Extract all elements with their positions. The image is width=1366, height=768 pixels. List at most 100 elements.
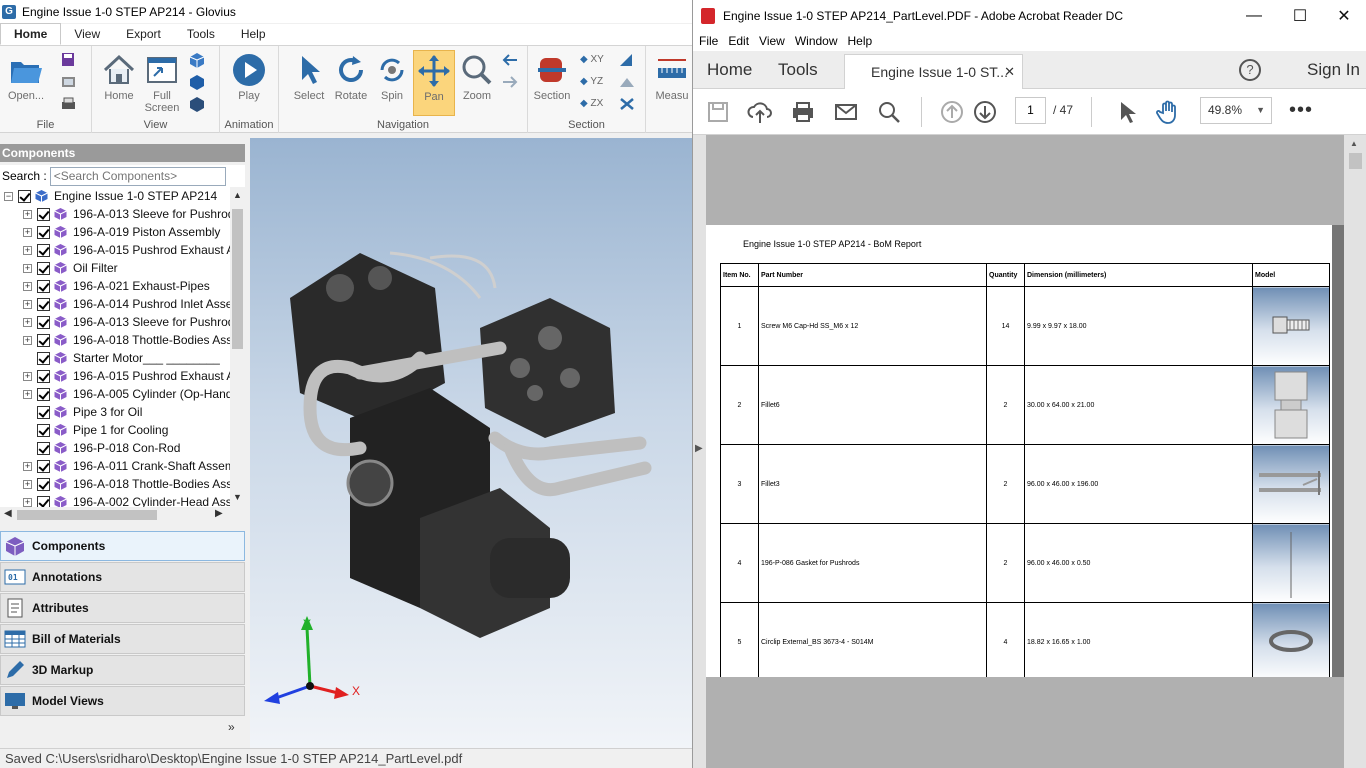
tree-item[interactable]: +196-A-013 Sleeve for Pushrod bbox=[0, 205, 230, 223]
display-style-icon[interactable] bbox=[188, 96, 206, 112]
tree-item[interactable]: +196-A-011 Crank-Shaft Assem bbox=[0, 457, 230, 475]
tree-expander-icon[interactable]: + bbox=[23, 479, 32, 489]
tree-item[interactable]: 196-P-018 Con-Rod bbox=[0, 439, 230, 457]
tree-expander-icon[interactable]: + bbox=[23, 281, 32, 291]
panel-expand-chevron-icon[interactable]: » bbox=[228, 720, 235, 734]
left-panel-collapsed[interactable]: ▶ bbox=[693, 135, 706, 768]
menu-window[interactable]: Window bbox=[795, 34, 838, 48]
visibility-checkbox[interactable] bbox=[37, 225, 50, 239]
email-icon[interactable] bbox=[833, 99, 859, 125]
acrobat-document-tab[interactable]: Engine Issue 1-0 ST... ✕ bbox=[844, 54, 1023, 90]
minimize-icon[interactable]: — bbox=[1231, 0, 1277, 31]
help-icon[interactable]: ? bbox=[1239, 59, 1261, 81]
tree-expander-icon[interactable]: + bbox=[23, 317, 32, 327]
tree-item[interactable]: +196-A-021 Exhaust-Pipes bbox=[0, 277, 230, 295]
acrobat-home-tab[interactable]: Home bbox=[707, 51, 752, 89]
rotate-button[interactable]: Rotate bbox=[330, 50, 372, 112]
scroll-thumb[interactable] bbox=[232, 209, 243, 349]
page-number-input[interactable]: 1 bbox=[1015, 97, 1046, 124]
tab-help[interactable]: Help bbox=[228, 24, 279, 45]
close-tab-icon[interactable]: ✕ bbox=[1004, 55, 1015, 89]
section-flip-icon[interactable] bbox=[618, 52, 636, 68]
doc-scroll-up-icon[interactable]: ▲ bbox=[1350, 139, 1358, 148]
tree-item[interactable]: Pipe 1 for Cooling bbox=[0, 421, 230, 439]
scroll-right-icon[interactable]: ▶ bbox=[215, 508, 223, 519]
search-input[interactable] bbox=[49, 166, 226, 186]
full-screen-button[interactable]: Full Screen bbox=[141, 50, 183, 124]
scroll-up-icon[interactable]: ▲ bbox=[233, 190, 242, 200]
side-tab-components[interactable]: Components bbox=[0, 531, 245, 561]
tree-item[interactable]: +196-A-014 Pushrod Inlet Asser bbox=[0, 295, 230, 313]
tree-expander-icon[interactable]: + bbox=[23, 371, 32, 381]
home-view-button[interactable]: Home bbox=[98, 50, 140, 112]
tree-expander-icon[interactable]: + bbox=[23, 299, 32, 309]
visibility-checkbox[interactable] bbox=[37, 387, 50, 401]
tree-item[interactable]: − Engine Issue 1-0 STEP AP214 bbox=[0, 187, 230, 205]
view-cube-icon[interactable] bbox=[188, 52, 206, 68]
tree-item[interactable]: +196-A-015 Pushrod Exhaust A bbox=[0, 241, 230, 259]
tree-vertical-scrollbar[interactable]: ▲ ▼ bbox=[230, 187, 245, 507]
visibility-checkbox[interactable] bbox=[37, 279, 50, 293]
visibility-checkbox[interactable] bbox=[37, 261, 50, 275]
tree-item[interactable]: Pipe 3 for Oil bbox=[0, 403, 230, 421]
hand-tool-icon[interactable] bbox=[1155, 99, 1181, 125]
zoom-select[interactable]: 49.8% ▼ bbox=[1200, 97, 1272, 124]
section-xy-button[interactable]: ◆ XY bbox=[580, 54, 604, 65]
h-scroll-thumb[interactable] bbox=[17, 510, 157, 520]
tree-expander-icon[interactable]: + bbox=[23, 497, 32, 507]
scroll-down-icon[interactable]: ▼ bbox=[233, 492, 242, 502]
visibility-checkbox[interactable] bbox=[37, 459, 50, 473]
tree-expander-icon[interactable]: + bbox=[23, 461, 32, 471]
section-tools-icon[interactable] bbox=[618, 96, 636, 112]
visibility-checkbox[interactable] bbox=[37, 207, 50, 221]
print-icon[interactable] bbox=[60, 96, 78, 112]
visibility-checkbox[interactable] bbox=[37, 495, 50, 507]
spin-button[interactable]: Spin bbox=[371, 50, 413, 112]
previous-page-icon[interactable] bbox=[939, 99, 965, 125]
tree-item[interactable]: +196-A-013 Sleeve for Pushrod bbox=[0, 313, 230, 331]
expand-left-panel-icon[interactable]: ▶ bbox=[695, 443, 703, 454]
side-tab-model-views[interactable]: Model Views bbox=[0, 686, 245, 716]
tree-expander-icon[interactable]: + bbox=[23, 209, 32, 219]
sign-in-button[interactable]: Sign In bbox=[1307, 51, 1360, 89]
3d-viewport[interactable]: Y X bbox=[250, 138, 692, 748]
save-disk-icon[interactable] bbox=[705, 99, 731, 125]
visibility-checkbox[interactable] bbox=[37, 477, 50, 491]
tree-item[interactable]: +196-A-002 Cylinder-Head Ass bbox=[0, 493, 230, 507]
visibility-checkbox[interactable] bbox=[37, 351, 50, 365]
tree-item[interactable]: +196-A-019 Piston Assembly bbox=[0, 223, 230, 241]
more-options-icon[interactable]: ••• bbox=[1289, 99, 1313, 122]
tab-home[interactable]: Home bbox=[0, 23, 62, 45]
section-cap-icon[interactable] bbox=[618, 74, 636, 90]
zoom-button[interactable]: Zoom bbox=[456, 50, 498, 112]
visibility-checkbox[interactable] bbox=[37, 297, 50, 311]
tree-horizontal-scrollbar[interactable]: ◀ ▶ bbox=[0, 507, 245, 523]
select-button[interactable]: Select bbox=[288, 50, 330, 112]
tree-item[interactable]: +196-A-015 Pushrod Exhaust A bbox=[0, 367, 230, 385]
previous-view-icon[interactable] bbox=[501, 52, 519, 68]
tree-expander-icon[interactable]: + bbox=[23, 335, 32, 345]
cloud-upload-icon[interactable] bbox=[747, 99, 773, 125]
section-zx-button[interactable]: ◆ ZX bbox=[580, 98, 603, 109]
visibility-checkbox[interactable] bbox=[37, 243, 50, 257]
open-button[interactable]: Open... bbox=[5, 50, 47, 112]
tab-view[interactable]: View bbox=[61, 24, 113, 45]
menu-file[interactable]: File bbox=[699, 34, 718, 48]
measure-button[interactable]: Measu bbox=[652, 50, 692, 112]
visibility-checkbox[interactable] bbox=[37, 405, 50, 419]
menu-view[interactable]: View bbox=[759, 34, 785, 48]
close-icon[interactable]: ✕ bbox=[1321, 0, 1366, 31]
tree-item[interactable]: Starter Motor___ ________ bbox=[0, 349, 230, 367]
side-tab-annotations[interactable]: 01 Annotations bbox=[0, 562, 245, 592]
tree-expander-icon[interactable]: + bbox=[23, 389, 32, 399]
tree-item[interactable]: +196-A-018 Thottle-Bodies Ass bbox=[0, 475, 230, 493]
visibility-checkbox[interactable] bbox=[37, 423, 50, 437]
section-yz-button[interactable]: ◆ YZ bbox=[580, 76, 603, 87]
visibility-checkbox[interactable] bbox=[37, 315, 50, 329]
tree-item[interactable]: +196-A-018 Thottle-Bodies Ass bbox=[0, 331, 230, 349]
tab-tools[interactable]: Tools bbox=[174, 24, 228, 45]
visibility-checkbox[interactable] bbox=[37, 369, 50, 383]
visibility-checkbox[interactable] bbox=[18, 189, 31, 203]
tree-item[interactable]: +196-A-005 Cylinder (Op-Hand bbox=[0, 385, 230, 403]
document-vertical-scrollbar[interactable]: ▲ bbox=[1344, 135, 1366, 768]
